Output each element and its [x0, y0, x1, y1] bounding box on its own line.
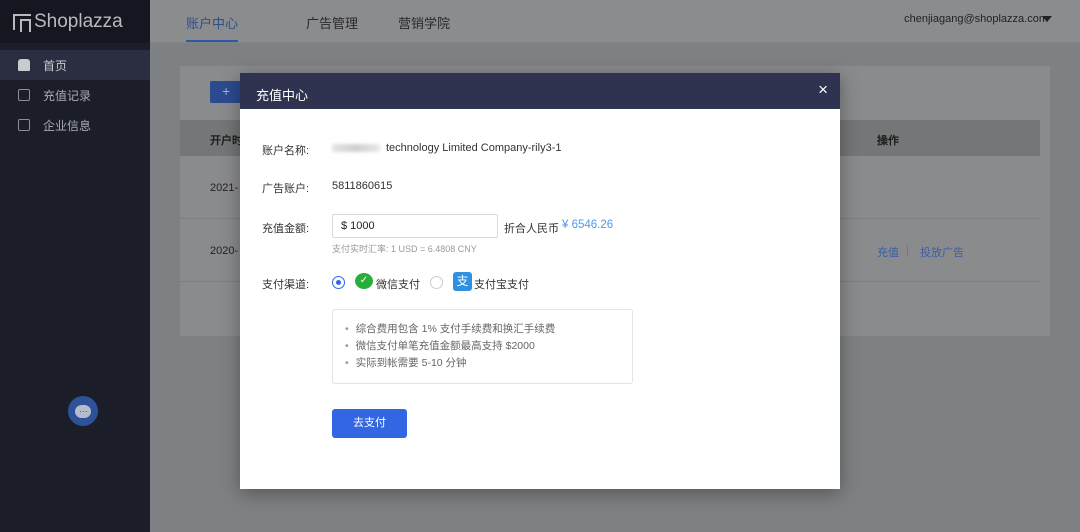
note-item: 综合费用包含 1% 支付手续费和换汇手续费	[345, 321, 632, 338]
note-item: 微信支付单笔充值金额最高支持 $2000	[345, 338, 632, 355]
home-icon	[18, 59, 30, 71]
alipay-radio[interactable]	[430, 276, 443, 289]
chat-icon: …	[75, 404, 91, 418]
cny-value: ¥ 6546.26	[562, 219, 614, 231]
chat-button[interactable]: …	[68, 396, 98, 426]
record-icon	[18, 89, 30, 101]
close-icon[interactable]: ×	[818, 81, 828, 98]
amount-label: 充值金额:	[262, 223, 310, 235]
modal-header: 充值中心 ×	[240, 73, 840, 109]
tab-ad-management[interactable]: 广告管理	[306, 13, 358, 32]
pay-button[interactable]: 去支付	[332, 409, 407, 438]
document-icon	[18, 119, 30, 131]
sidebar: Shoplazza 首页 充值记录 企业信息 …	[0, 0, 150, 532]
channel-label: 支付渠道:	[262, 279, 310, 291]
chevron-down-icon[interactable]	[1042, 16, 1052, 27]
logo-icon	[13, 13, 31, 32]
modal-title: 充值中心	[256, 88, 309, 103]
sidebar-item-label: 充值记录	[43, 88, 92, 103]
row-date: 2020-	[210, 245, 239, 257]
tab-marketing-academy[interactable]: 营销学院	[398, 13, 450, 32]
wechat-pay-radio[interactable]	[332, 276, 345, 289]
account-name-label: 账户名称:	[262, 145, 310, 157]
place-ads-link[interactable]: 投放广告	[920, 244, 964, 260]
amount-input[interactable]: $ 1000	[332, 214, 498, 238]
logo[interactable]: Shoplazza	[0, 0, 150, 43]
wechat-icon: ✓	[355, 273, 373, 289]
fee-notes: 综合费用包含 1% 支付手续费和换汇手续费 微信支付单笔充值金额最高支持 $20…	[332, 309, 633, 384]
note-item: 实际到帐需要 5-10 分钟	[345, 355, 632, 372]
account-name: technology Limited Company-rily3-1	[332, 142, 561, 154]
alipay-label[interactable]: 支付宝支付	[474, 276, 529, 292]
row-date: 2021-	[210, 182, 239, 194]
sidebar-item-label: 首页	[43, 58, 68, 73]
alipay-icon: 支	[453, 272, 472, 291]
sidebar-item-company-info[interactable]: 企业信息	[0, 110, 150, 140]
sidebar-item-recharge-records[interactable]: 充值记录	[0, 80, 150, 110]
top-bar: 账户中心 广告管理 营销学院 chenjiagang@shoplazza.com	[150, 0, 1080, 43]
sidebar-item-label: 企业信息	[43, 118, 92, 133]
recharge-link[interactable]: 充值	[877, 244, 899, 260]
account-name-text: technology Limited Company-rily3-1	[386, 142, 562, 154]
cny-label: 折合人民币	[504, 223, 559, 235]
wechat-pay-label[interactable]: 微信支付	[376, 276, 420, 292]
user-menu[interactable]: chenjiagang@shoplazza.com	[904, 13, 1048, 25]
recharge-modal: 充值中心 × 账户名称: technology Limited Company-r…	[240, 73, 840, 489]
tab-account-center[interactable]: 账户中心	[186, 13, 239, 42]
divider	[907, 245, 908, 256]
redacted-text	[332, 144, 380, 153]
ad-account-value: 5811860615	[332, 180, 393, 192]
column-header-open-time: 开户时	[210, 135, 243, 147]
exchange-rate-note: 支付实时汇率: 1 USD = 6.4808 CNY	[332, 244, 477, 254]
ad-account-label: 广告账户:	[262, 183, 310, 195]
column-header-action: 操作	[877, 135, 899, 147]
sidebar-item-home[interactable]: 首页	[0, 50, 150, 80]
logo-text: Shoplazza	[34, 10, 123, 32]
